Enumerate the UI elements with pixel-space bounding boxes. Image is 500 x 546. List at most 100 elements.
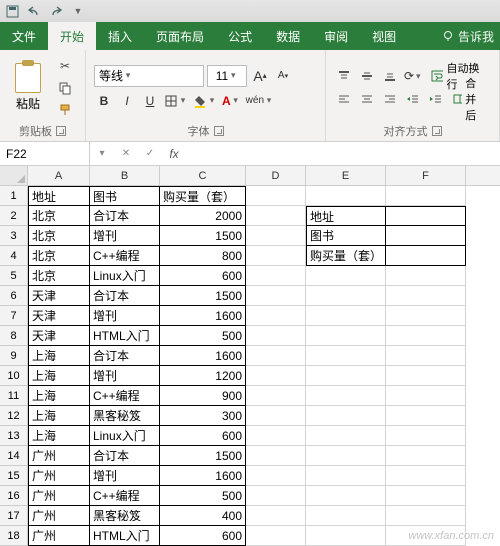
cell[interactable]: 天津 [28,286,90,306]
row-header[interactable]: 1 [0,186,28,206]
row-header[interactable]: 14 [0,446,28,466]
col-header-C[interactable]: C [160,166,246,185]
cell[interactable]: 增刊 [90,226,160,246]
cell[interactable]: 购买量（套） [160,186,246,206]
cell[interactable] [306,386,386,406]
cell[interactable]: 广州 [28,486,90,506]
cell[interactable] [386,486,466,506]
align-dialog-launcher[interactable] [432,126,442,136]
namebox-dropdown[interactable]: ▾ [90,142,114,165]
paste-button[interactable]: 粘贴 [8,63,48,112]
decrease-indent-button[interactable] [403,89,423,109]
cell[interactable] [306,266,386,286]
tab-home[interactable]: 开始 [48,22,96,50]
cell[interactable]: 北京 [28,246,90,266]
cell[interactable] [246,506,306,526]
cell[interactable] [246,366,306,386]
font-color-button[interactable]: A▾ [221,91,242,111]
cell[interactable]: 600 [160,526,246,546]
tell-me[interactable]: 告诉我 [442,22,500,50]
row-header[interactable]: 18 [0,526,28,546]
undo-icon[interactable] [26,3,42,19]
font-name-combo[interactable]: 等线▾ [94,65,204,87]
row-header[interactable]: 11 [0,386,28,406]
cell[interactable]: 300 [160,406,246,426]
cell[interactable]: 广州 [28,506,90,526]
cell[interactable]: 600 [160,426,246,446]
underline-button[interactable]: U [140,91,160,111]
cell[interactable]: 上海 [28,426,90,446]
col-header-D[interactable]: D [246,166,306,185]
cell[interactable] [246,266,306,286]
cell[interactable]: 500 [160,486,246,506]
increase-indent-button[interactable] [426,89,446,109]
cell[interactable] [246,286,306,306]
tab-view[interactable]: 视图 [360,22,408,50]
align-top-button[interactable] [334,66,354,86]
cell[interactable]: 黑客秘笈 [90,406,160,426]
row-header[interactable]: 10 [0,366,28,386]
align-middle-button[interactable] [357,66,377,86]
cell[interactable] [246,446,306,466]
fx-icon[interactable]: fx [162,142,186,165]
cell[interactable]: 图书 [306,226,386,246]
cell[interactable]: 合订本 [90,346,160,366]
cell[interactable]: 地址 [306,206,386,226]
row-header[interactable]: 12 [0,406,28,426]
phonetic-button[interactable]: wén▾ [245,91,275,111]
cell[interactable] [386,266,466,286]
cell[interactable]: 广州 [28,446,90,466]
row-header[interactable]: 6 [0,286,28,306]
cell[interactable] [386,466,466,486]
cell[interactable]: 1600 [160,466,246,486]
cell[interactable] [386,226,466,246]
cell[interactable] [246,346,306,366]
cell[interactable]: Linux入门 [90,426,160,446]
cell[interactable]: C++编程 [90,486,160,506]
tab-data[interactable]: 数据 [264,22,312,50]
tab-insert[interactable]: 插入 [96,22,144,50]
cell[interactable]: 上海 [28,346,90,366]
cell[interactable]: 600 [160,266,246,286]
font-size-combo[interactable]: 11▾ [207,65,247,87]
cell[interactable] [386,506,466,526]
cell[interactable] [306,366,386,386]
formula-bar[interactable] [186,142,500,165]
cell[interactable]: 上海 [28,366,90,386]
row-header[interactable]: 7 [0,306,28,326]
cell[interactable]: C++编程 [90,386,160,406]
borders-button[interactable]: ▾ [163,91,189,111]
row-header[interactable]: 16 [0,486,28,506]
cell[interactable]: 广州 [28,466,90,486]
cell[interactable] [386,206,466,226]
orientation-button[interactable]: ⟳▾ [403,66,424,86]
tab-formulas[interactable]: 公式 [216,22,264,50]
cell[interactable] [246,526,306,546]
cell[interactable]: 合订本 [90,286,160,306]
cell[interactable] [386,386,466,406]
cell[interactable]: 增刊 [90,466,160,486]
cell[interactable]: HTML入门 [90,326,160,346]
cell[interactable] [306,306,386,326]
cell[interactable] [306,326,386,346]
cell[interactable] [246,186,306,206]
cell[interactable] [386,286,466,306]
cut-button[interactable]: ✂ [54,56,76,76]
cell[interactable] [246,406,306,426]
cell[interactable] [386,406,466,426]
cell[interactable]: 北京 [28,206,90,226]
select-all-corner[interactable] [0,166,28,185]
cell[interactable]: 1500 [160,446,246,466]
redo-icon[interactable] [48,3,64,19]
format-painter-button[interactable] [54,100,76,120]
cell[interactable] [386,426,466,446]
cell[interactable]: 北京 [28,266,90,286]
cell[interactable] [306,466,386,486]
col-header-F[interactable]: F [386,166,466,185]
row-header[interactable]: 3 [0,226,28,246]
cell[interactable] [306,406,386,426]
cell[interactable] [386,186,466,206]
col-header-B[interactable]: B [90,166,160,185]
col-header-E[interactable]: E [306,166,386,185]
cancel-formula-button[interactable]: ✕ [114,142,138,165]
